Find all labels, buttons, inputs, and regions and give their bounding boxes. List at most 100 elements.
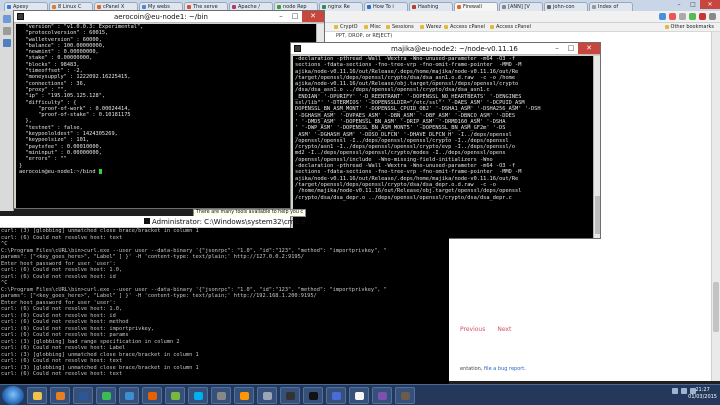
taskbar-word-button[interactable] <box>73 386 93 404</box>
browser-window-controls: – □ ✕ <box>672 0 720 9</box>
background-app-sidebar <box>0 11 14 211</box>
maximize-button[interactable]: □ <box>564 43 578 54</box>
browser-tab[interactable]: nginx Re <box>319 2 363 11</box>
extension-icon[interactable] <box>689 13 696 20</box>
app-icon[interactable] <box>3 15 11 23</box>
page-scrollbar[interactable] <box>711 32 720 381</box>
bookmark-warez[interactable]: Warez <box>420 23 441 32</box>
volume-icon[interactable] <box>681 388 687 394</box>
putty-icon[interactable] <box>294 45 301 52</box>
page-footer-note: entation, file a bug report. <box>460 366 526 372</box>
minimize-button[interactable]: – <box>672 0 686 9</box>
maximize-button[interactable]: □ <box>288 11 302 22</box>
browser-toolbar <box>320 11 720 23</box>
putty-icon[interactable] <box>17 13 24 20</box>
explorer-icon <box>33 391 42 400</box>
window-title: majika@eu-node2: ~/node-v0.11.16 <box>391 45 518 53</box>
terminal-scrollbar[interactable] <box>593 56 600 238</box>
extension-icon[interactable] <box>659 13 666 20</box>
extension-icon[interactable] <box>699 13 706 20</box>
page-text-snippet: PPT, DROP, or REJECT) <box>336 33 393 39</box>
terminal-line: curl: (6) Could not resolve host: text <box>1 371 123 377</box>
app-icon[interactable] <box>3 27 11 35</box>
taskbar-app-button[interactable] <box>326 386 346 404</box>
putty-title-bar[interactable]: aerocoin@eu-node1: ~/bin – □ ✕ <box>14 11 324 23</box>
taskbar-cmd-button[interactable] <box>303 386 323 404</box>
bookmark-access-cpanel-2[interactable]: Access cPanel <box>490 23 531 32</box>
extension-icon[interactable] <box>669 13 676 20</box>
scroll-thumb[interactable] <box>595 196 600 234</box>
steam-icon <box>286 391 295 400</box>
taskbar-firefox-button[interactable] <box>142 386 162 404</box>
teamspeak-icon <box>125 391 134 400</box>
cmd-icon[interactable] <box>144 218 150 224</box>
extension-icon[interactable] <box>709 13 716 20</box>
taskbar-skype-button[interactable] <box>188 386 208 404</box>
browser-tab[interactable]: [ANN] [V <box>499 2 543 11</box>
network-icon[interactable] <box>672 388 678 394</box>
note-text: entation, <box>460 366 485 372</box>
bookmark-misc[interactable]: Misc <box>364 23 381 32</box>
taskbar-sublime-button[interactable] <box>234 386 254 404</box>
bookmark-sessions[interactable]: Sessions <box>386 23 414 32</box>
taskbar-tool-button[interactable] <box>211 386 231 404</box>
terminal-output[interactable]: -declaration -pthread -Wall -Wextra -Wno… <box>293 56 593 238</box>
sublime-icon <box>240 391 249 400</box>
taskbar-gimp-button[interactable] <box>395 386 415 404</box>
close-button[interactable]: ✕ <box>700 0 720 9</box>
media-icon <box>56 391 65 400</box>
browser-tab[interactable]: Hashing <box>409 2 453 11</box>
pager: Previous Next <box>460 326 511 333</box>
note-end: . <box>524 366 526 372</box>
taskbar-utorrent-button[interactable] <box>165 386 185 404</box>
taskbar-explorer-button[interactable] <box>27 386 47 404</box>
clock[interactable]: 21:27 01/03/2015 <box>688 387 717 401</box>
close-button[interactable]: ✕ <box>578 43 600 54</box>
taskbar-notes-button[interactable] <box>349 386 369 404</box>
bookmark-crypto[interactable]: CryptO <box>334 23 358 32</box>
bug-report-link[interactable]: file a bug report <box>484 366 524 372</box>
taskbar-media-button[interactable] <box>50 386 70 404</box>
minimize-button[interactable]: – <box>274 11 288 22</box>
putty-window-node2[interactable]: majika@eu-node2: ~/node-v0.11.16 – □ ✕ -… <box>290 42 601 239</box>
gimp-icon <box>401 391 410 400</box>
chrome-icon <box>102 391 111 400</box>
next-link[interactable]: Next <box>497 326 511 333</box>
window-title: Administrator: C:\Windows\system32\cmd.e <box>152 218 306 226</box>
bookmark-access-cpanel[interactable]: Access cPanel <box>444 23 485 32</box>
minimize-button[interactable]: – <box>550 43 564 54</box>
browser-tab[interactable]: Index of <box>589 2 633 11</box>
putty-title-bar[interactable]: majika@eu-node2: ~/node-v0.11.16 – □ ✕ <box>291 43 600 55</box>
terminal-cursor <box>98 168 102 174</box>
utorrent-icon <box>171 391 180 400</box>
cmd-output[interactable]: curl: (3) [globbing] unmatched close bra… <box>0 228 449 386</box>
putty-icon <box>263 391 272 400</box>
terminal-output[interactable]: "version" : "v1.0.0.3: Experimental", "p… <box>16 24 316 208</box>
browser-tab[interactable]: Firewall <box>454 2 498 11</box>
close-button[interactable]: ✕ <box>302 11 324 22</box>
clock-time: 21:27 <box>695 387 710 393</box>
taskbar-vs-button[interactable] <box>372 386 392 404</box>
taskbar-chrome-button[interactable] <box>96 386 116 404</box>
window-title: aerocoin@eu-node1: ~/bin <box>114 13 208 21</box>
taskbar-putty-button[interactable] <box>257 386 277 404</box>
taskbar-teamspeak-button[interactable] <box>119 386 139 404</box>
browser-tab[interactable]: john-con <box>544 2 588 11</box>
maximize-button[interactable]: □ <box>686 0 700 9</box>
page-scroll-thumb[interactable] <box>713 282 719 332</box>
start-button[interactable] <box>2 385 24 405</box>
taskbar-steam-button[interactable] <box>280 386 300 404</box>
firefox-icon <box>148 391 157 400</box>
skype-icon <box>194 391 203 400</box>
app-icon <box>332 391 341 400</box>
browser-tab[interactable]: How To i <box>364 2 408 11</box>
putty-window-node1[interactable]: aerocoin@eu-node1: ~/bin – □ ✕ "version"… <box>13 10 325 209</box>
shell-prompt: aerocoin@eu-node1:~/bind <box>19 168 316 175</box>
app-icon[interactable] <box>3 39 11 47</box>
cmd-title-bar[interactable]: Administrator: C:\Windows\system32\cmd.e <box>0 216 306 228</box>
vs-icon <box>378 391 387 400</box>
previous-link[interactable]: Previous <box>460 326 485 333</box>
other-bookmarks[interactable]: Other bookmarks <box>664 23 714 32</box>
taskbar: 21:27 01/03/2015 <box>0 384 720 405</box>
extension-icon[interactable] <box>679 13 686 20</box>
